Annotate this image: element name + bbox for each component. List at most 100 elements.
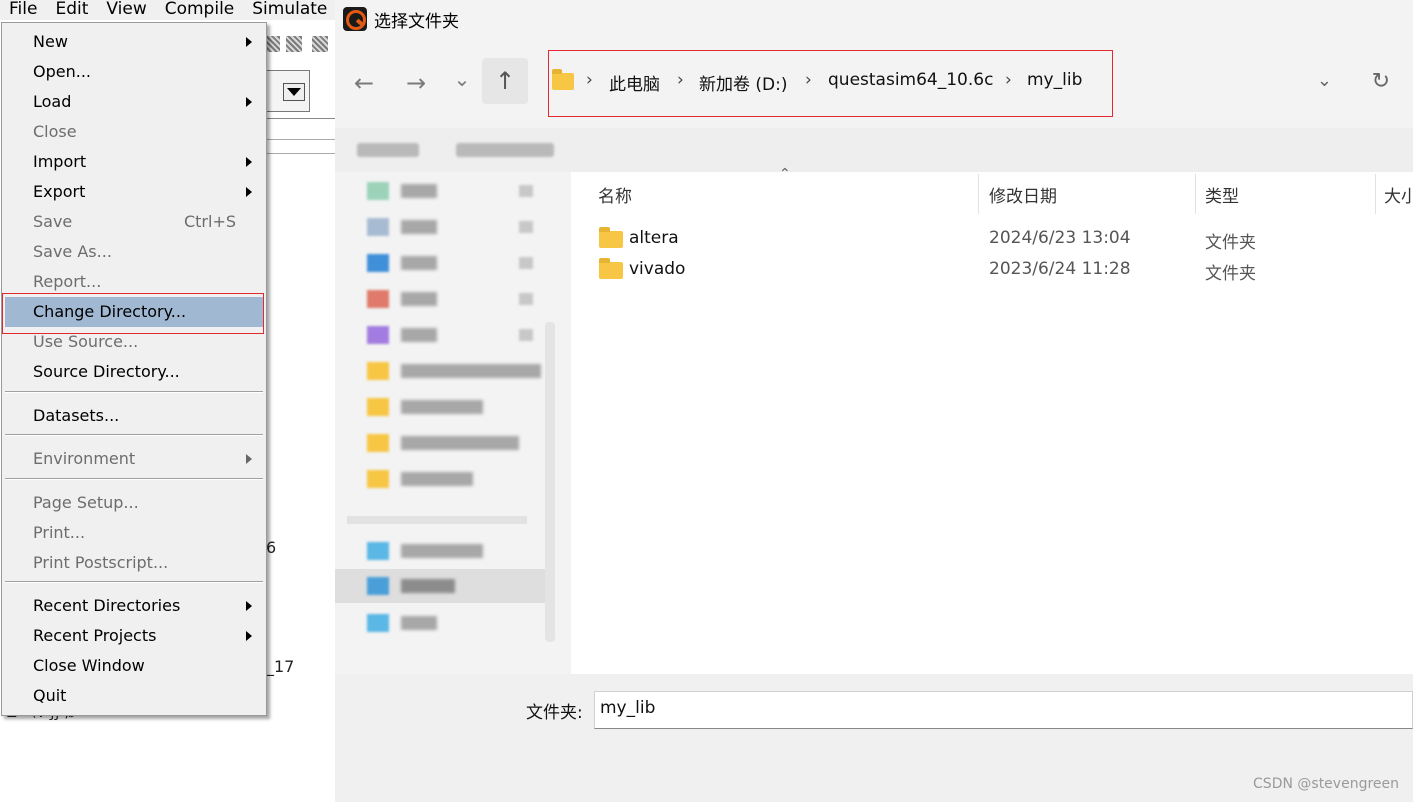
nav-item[interactable] (335, 536, 545, 564)
menu-item-environment: Environment (2, 444, 266, 474)
menu-item-print-postscript: Print Postscript... (2, 548, 266, 578)
pin-icon (519, 329, 533, 341)
menu-simulate[interactable]: Simulate (243, 0, 336, 20)
column-header-name[interactable]: 名称 (598, 182, 632, 207)
menu-file[interactable]: File (0, 0, 46, 20)
file-modified: 2024/6/23 13:04 (989, 228, 1131, 248)
menu-item-label: Environment (33, 449, 136, 468)
nav-item[interactable] (335, 212, 545, 240)
folder-icon (599, 227, 623, 248)
recent-locations-button[interactable]: ⌄ (447, 62, 477, 98)
menu-item-new[interactable]: New (2, 27, 266, 57)
new-folder-button[interactable] (357, 143, 419, 157)
table-row[interactable]: altera 2024/6/23 13:04 文件夹 (581, 224, 1411, 254)
view-options-button[interactable] (456, 143, 554, 157)
refresh-icon[interactable]: ↻ (1372, 69, 1390, 94)
background-text: _17 (266, 657, 295, 676)
nav-item[interactable] (335, 392, 545, 420)
pin-icon (519, 257, 533, 269)
submenu-arrow-icon (246, 97, 252, 107)
menu-item-recent-directories[interactable]: Recent Directories (2, 591, 266, 621)
menu-item-label: Use Source... (33, 332, 139, 351)
menu-item-label: Close (33, 122, 77, 141)
dropdown-arrow-icon[interactable] (283, 83, 305, 101)
nav-item-label (401, 400, 483, 414)
column-header-type[interactable]: 类型 (1205, 182, 1239, 207)
menu-item-export[interactable]: Export (2, 177, 266, 207)
pin-icon (519, 221, 533, 233)
nav-item-selected[interactable] (335, 569, 545, 603)
toolbar-icon[interactable] (312, 36, 328, 52)
menu-item-label: Quit (33, 686, 67, 705)
nav-item-label (401, 616, 437, 630)
sort-caret-icon: ⌃ (779, 166, 791, 182)
address-dropdown-icon[interactable]: ⌄ (1317, 70, 1332, 91)
nav-item[interactable] (335, 356, 545, 384)
column-divider[interactable] (1375, 174, 1376, 214)
menu-separator (5, 581, 263, 583)
menu-item-datasets[interactable]: Datasets... (2, 401, 266, 431)
nav-item[interactable] (335, 428, 545, 456)
nav-item-label (401, 436, 519, 450)
nav-item-label (401, 220, 437, 234)
menu-item-label: Report... (33, 272, 102, 291)
navigation-pane (335, 172, 571, 674)
submenu-arrow-icon (246, 631, 252, 641)
nav-scrollbar[interactable] (545, 322, 555, 642)
menu-item-label: Print... (33, 523, 86, 542)
nav-item-icon (367, 542, 389, 560)
menu-item-label: Export (33, 182, 86, 201)
nav-item[interactable] (335, 320, 545, 348)
menu-item-label: Load (33, 92, 72, 111)
back-button[interactable]: ← (349, 66, 379, 102)
table-row[interactable]: vivado 2023/6/24 11:28 文件夹 (581, 255, 1411, 285)
menu-item-save-as: Save As... (2, 237, 266, 267)
file-menu: New Open... Load Close Import Export Sav… (1, 22, 267, 716)
folder-name-input[interactable]: my_lib (594, 691, 1413, 729)
column-header-size[interactable]: 大小 (1384, 182, 1413, 207)
pin-icon (519, 185, 533, 197)
menu-item-recent-projects[interactable]: Recent Projects (2, 621, 266, 651)
nav-item[interactable] (335, 608, 545, 636)
menu-item-import[interactable]: Import (2, 147, 266, 177)
menu-item-label: Recent Projects (33, 626, 157, 645)
annotation-highlight-box (2, 293, 264, 334)
menu-item-label: Close Window (33, 656, 145, 675)
file-list: ⌃ 名称 修改日期 类型 大小 altera 2024/6/23 13:04 文… (571, 166, 1413, 674)
menu-separator (5, 434, 263, 436)
menu-item-label: Source Directory... (33, 362, 180, 381)
menu-item-label: Save (33, 212, 73, 231)
menu-edit[interactable]: Edit (46, 0, 97, 20)
forward-button[interactable]: → (401, 66, 431, 102)
nav-item-icon (367, 614, 389, 632)
nav-item-label (401, 364, 541, 378)
nav-item-icon (367, 362, 389, 380)
menu-view[interactable]: View (97, 0, 155, 20)
up-button[interactable]: ↑ (482, 58, 528, 104)
menu-item-open[interactable]: Open... (2, 57, 266, 87)
background-panel (262, 118, 336, 174)
background-combo[interactable] (262, 70, 310, 112)
column-header-modified[interactable]: 修改日期 (989, 182, 1057, 207)
nav-item[interactable] (335, 176, 545, 204)
nav-item[interactable] (335, 248, 545, 276)
toolbar-icon[interactable] (286, 36, 302, 52)
nav-item[interactable] (335, 464, 545, 492)
menu-item-close-window[interactable]: Close Window (2, 651, 266, 681)
nav-item-icon (367, 290, 389, 308)
column-divider[interactable] (978, 174, 979, 214)
menu-compile[interactable]: Compile (156, 0, 244, 20)
annotation-highlight-box (548, 50, 1113, 117)
shortcut-label: Ctrl+S (183, 212, 236, 231)
nav-item-icon (367, 577, 389, 595)
menu-item-load[interactable]: Load (2, 87, 266, 117)
column-divider[interactable] (1195, 174, 1196, 214)
menu-item-quit[interactable]: Quit (2, 681, 266, 711)
nav-item[interactable] (335, 284, 545, 312)
menu-item-source-directory[interactable]: Source Directory... (2, 357, 266, 387)
menu-item-save: Save Ctrl+S (2, 207, 266, 237)
nav-item-icon (367, 398, 389, 416)
menu-item-print: Print... (2, 518, 266, 548)
submenu-arrow-icon (246, 601, 252, 611)
submenu-arrow-icon (246, 187, 252, 197)
